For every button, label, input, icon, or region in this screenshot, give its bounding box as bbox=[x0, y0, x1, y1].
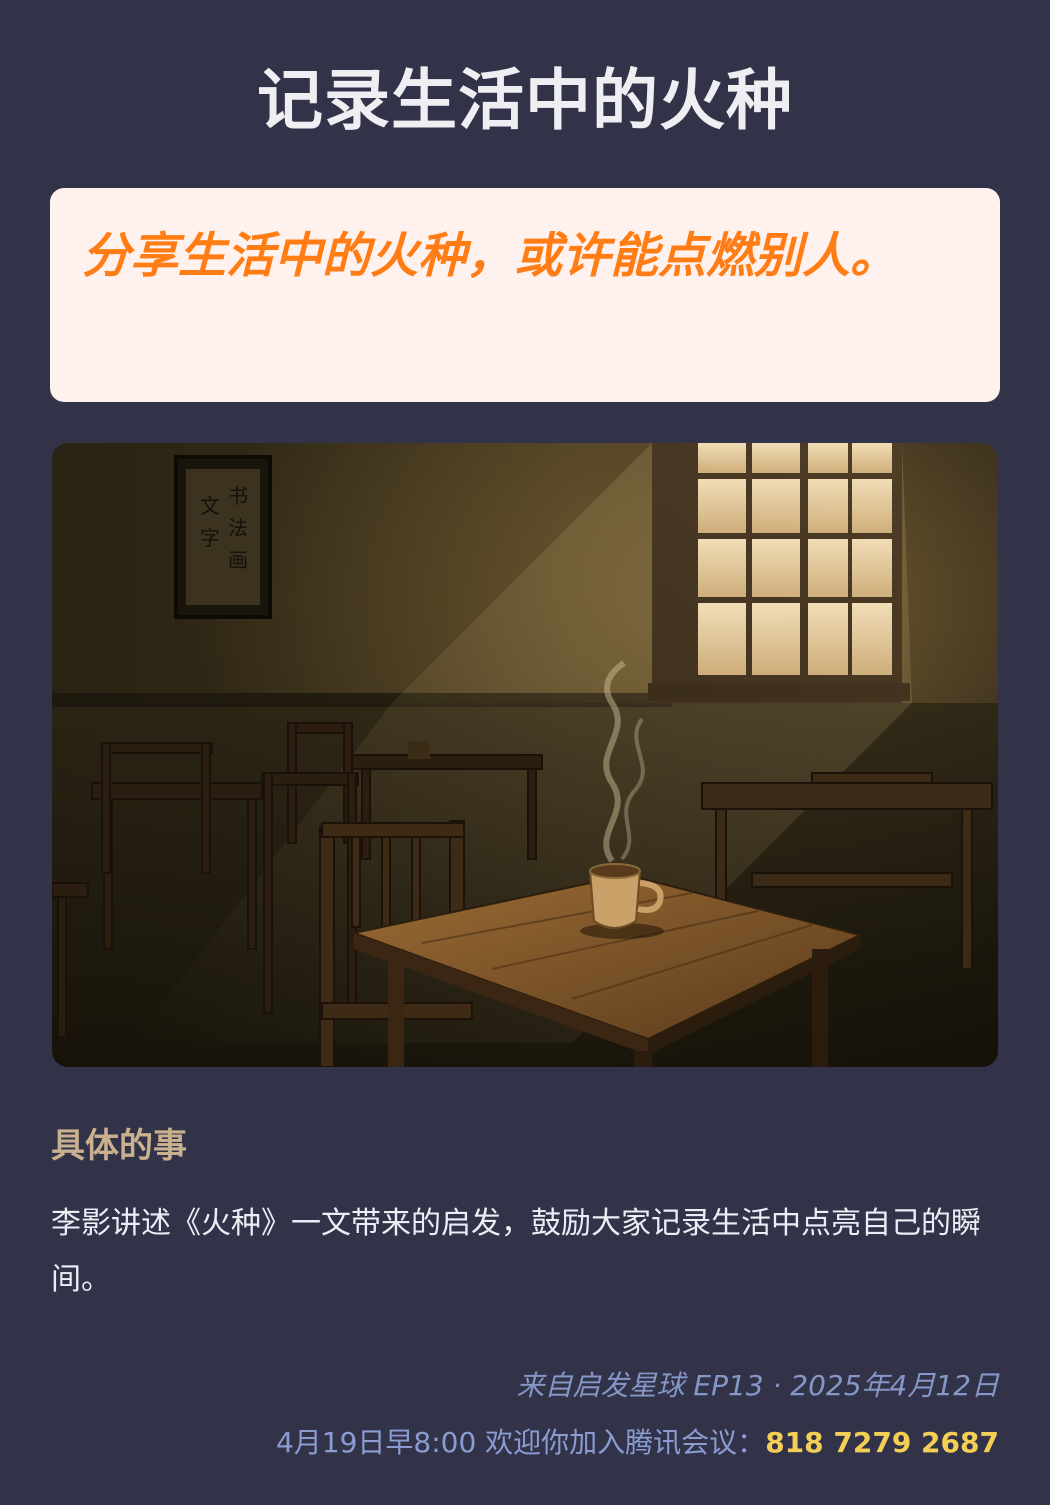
section-body: 李影讲述《火种》一文带来的启发，鼓励大家记录生活中点亮自己的瞬间。 bbox=[51, 1206, 981, 1297]
share-card: 记录生活中的火种 分享生活中的火种，或许能点燃别人。 文 字 书 法 画 具体的… bbox=[0, 0, 1050, 1505]
svg-text:文: 文 bbox=[200, 494, 220, 518]
page-title: 记录生活中的火种 bbox=[257, 62, 793, 139]
quote-text: 分享生活中的火种，或许能点燃别人。 bbox=[82, 228, 899, 284]
meeting-id: 818 7279 2687 bbox=[765, 1426, 999, 1459]
quote-card: 分享生活中的火种，或许能点燃别人。 bbox=[50, 188, 1000, 402]
cafe-photo: 文 字 书 法 画 bbox=[52, 443, 998, 1067]
svg-text:字: 字 bbox=[200, 526, 220, 550]
invite-text: 4月19日早8:00 欢迎你加入腾讯会议： bbox=[275, 1426, 766, 1459]
source-line: 来自启发星球 EP13 · 2025年4月12日 bbox=[516, 1369, 999, 1402]
svg-text:书: 书 bbox=[228, 484, 248, 508]
svg-text:法: 法 bbox=[228, 516, 248, 540]
svg-text:画: 画 bbox=[228, 548, 248, 572]
section-heading: 具体的事 bbox=[51, 1126, 187, 1166]
invite-line: 4月19日早8:00 欢迎你加入腾讯会议：818 7279 2687 bbox=[276, 1421, 999, 1465]
